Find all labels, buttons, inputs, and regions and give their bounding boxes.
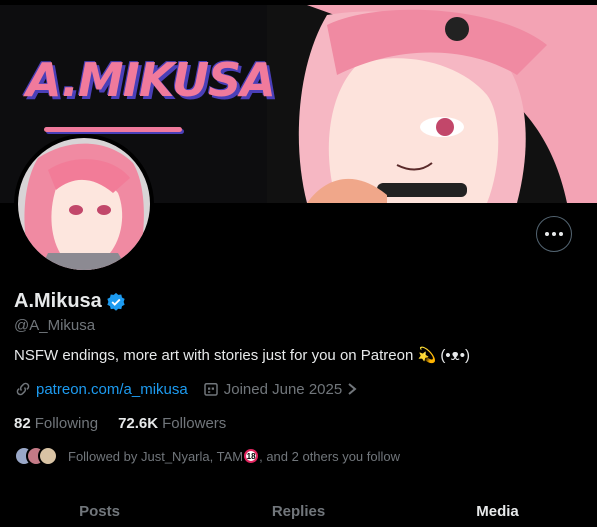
joined-date: Joined June 2025: [223, 380, 343, 398]
tab-posts[interactable]: Posts: [0, 490, 199, 527]
followed-by-text: Followed by Just_Nyarla, TAM 18 , and 2 …: [68, 449, 400, 464]
handle: @A_Mikusa: [14, 317, 96, 334]
tab-media[interactable]: Media: [398, 490, 597, 527]
follow-stats: 82 Following 72.6K Followers: [14, 415, 246, 432]
profile-meta: patreon.com/a_mikusa Joined June 2025: [14, 380, 358, 398]
avatar-image: [18, 138, 150, 270]
tab-replies[interactable]: Replies: [199, 490, 398, 527]
banner-logo-underline: [44, 127, 182, 132]
chevron-right-icon[interactable]: [346, 382, 358, 396]
banner-logo: A.MIKUSA: [26, 53, 276, 132]
banner-logo-text: A.MIKUSA: [26, 53, 276, 107]
link-icon: [16, 382, 30, 396]
banner-character-art: [267, 5, 597, 203]
following-link[interactable]: 82 Following: [14, 415, 118, 432]
age-restricted-badge: 18: [244, 449, 259, 463]
followed-by-suffix: , and 2 others you follow: [259, 448, 401, 464]
followed-by-prefix: Followed by Just_Nyarla, TAM: [68, 448, 244, 464]
calendar-icon: [204, 383, 218, 396]
more-options-button[interactable]: [536, 216, 572, 252]
profile-link[interactable]: patreon.com/a_mikusa: [36, 381, 188, 398]
display-name: A.Mikusa: [14, 290, 102, 312]
verified-icon[interactable]: [106, 292, 126, 312]
following-count: 82: [14, 415, 31, 432]
followed-by[interactable]: Followed by Just_Nyarla, TAM 18 , and 2 …: [14, 446, 400, 466]
following-label: Following: [34, 415, 99, 432]
profile-tabs: Posts Replies Media: [0, 490, 597, 527]
name-row: A.Mikusa: [14, 290, 126, 313]
followers-count: 72.6K: [118, 415, 159, 432]
avatar[interactable]: [14, 134, 154, 274]
more-icon: [545, 232, 549, 236]
bio: NSFW endings, more art with stories just…: [14, 347, 470, 364]
follower-avatar: [38, 446, 58, 466]
followers-label: Followers: [162, 415, 227, 432]
followers-link[interactable]: 72.6K Followers: [118, 415, 246, 432]
